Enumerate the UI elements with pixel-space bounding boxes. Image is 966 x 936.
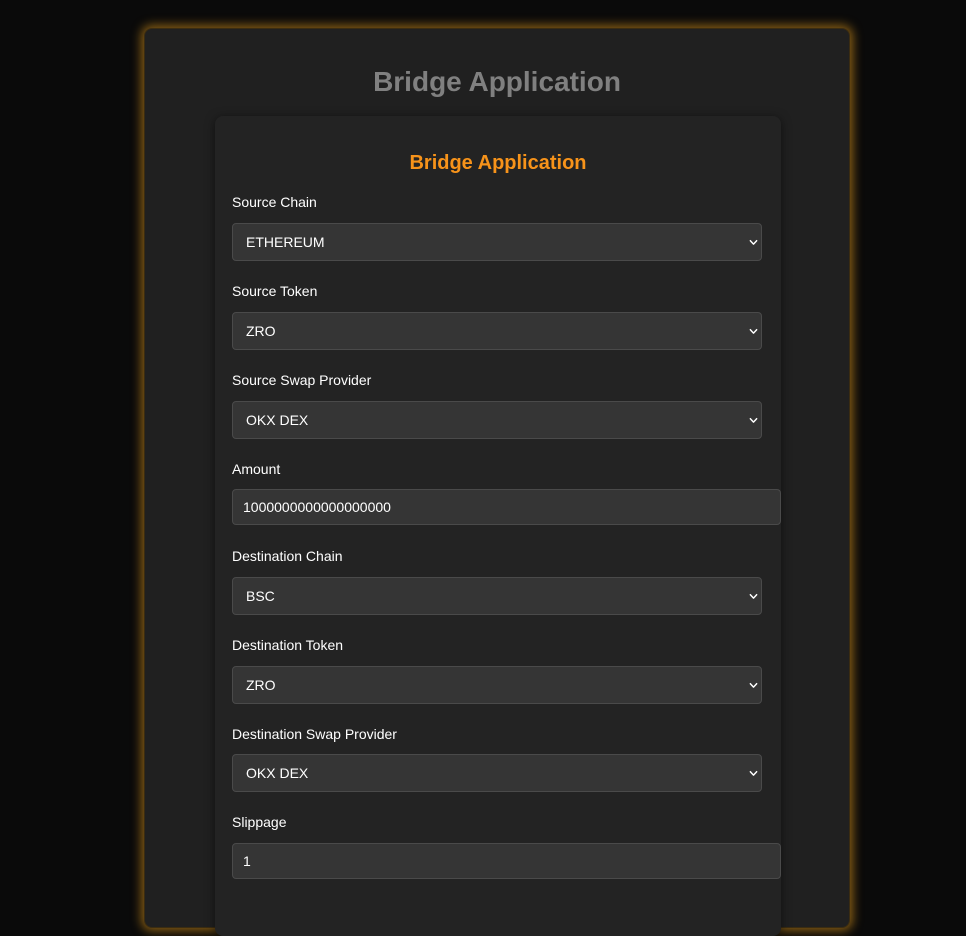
- source-token-value: ZRO: [246, 323, 276, 339]
- form-title: Bridge Application: [409, 152, 587, 174]
- chevron-down-icon: [749, 417, 758, 423]
- destination-token-select[interactable]: ZRO: [232, 666, 762, 704]
- source-chain-label: Source Chain: [232, 194, 317, 210]
- chevron-down-icon: [749, 239, 758, 245]
- amount-input[interactable]: 1000000000000000000: [232, 489, 781, 525]
- source-chain-value: ETHEREUM: [246, 234, 325, 250]
- bridge-form-card: Bridge Application Source Chain ETHEREUM…: [215, 116, 781, 936]
- source-token-label: Source Token: [232, 283, 318, 299]
- destination-swap-provider-value: OKX DEX: [246, 765, 309, 781]
- source-swap-provider-label: Source Swap Provider: [232, 372, 372, 388]
- destination-chain-select[interactable]: BSC: [232, 577, 762, 615]
- amount-label: Amount: [232, 461, 281, 477]
- destination-chain-label: Destination Chain: [232, 548, 343, 564]
- page-title: Bridge Application: [373, 66, 621, 97]
- destination-swap-provider-label: Destination Swap Provider: [232, 726, 397, 742]
- destination-token-label: Destination Token: [232, 637, 344, 653]
- source-chain-select[interactable]: ETHEREUM: [232, 223, 762, 261]
- destination-token-value: ZRO: [246, 677, 276, 693]
- chevron-down-icon: [749, 328, 758, 334]
- source-token-select[interactable]: ZRO: [232, 312, 762, 350]
- slippage-input[interactable]: 1: [232, 843, 781, 879]
- source-swap-provider-value: OKX DEX: [246, 412, 309, 428]
- slippage-label: Slippage: [232, 814, 287, 830]
- source-swap-provider-select[interactable]: OKX DEX: [232, 401, 762, 439]
- bridge-app-container: Bridge Application Bridge Application So…: [144, 28, 850, 936]
- destination-chain-value: BSC: [246, 588, 275, 604]
- chevron-down-icon: [749, 682, 758, 688]
- chevron-down-icon: [749, 770, 758, 776]
- destination-swap-provider-select[interactable]: OKX DEX: [232, 754, 762, 792]
- chevron-down-icon: [749, 593, 758, 599]
